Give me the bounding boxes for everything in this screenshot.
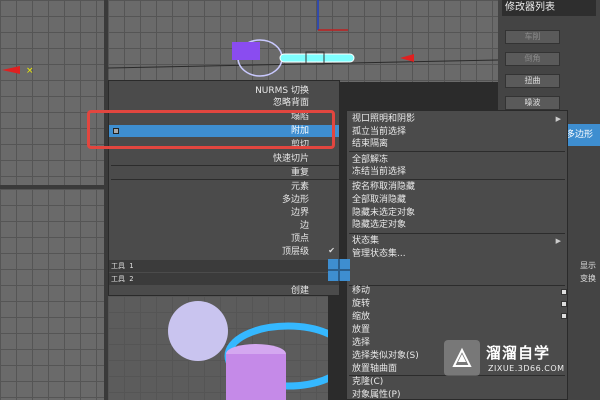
viewport-top-left[interactable] <box>0 0 104 185</box>
quad-title-tools-2: 工具 2 <box>109 273 339 285</box>
highlight-annotation <box>87 110 335 149</box>
noise-button[interactable]: 噪波 <box>505 96 560 110</box>
menu-item-end-isolate[interactable]: 结束隔离 <box>347 138 563 150</box>
svg-text:×: × <box>26 66 34 76</box>
menu-item-viewport-lighting[interactable]: 视口照明和阴影 ▶ <box>347 113 563 125</box>
menu-item-ignore-backfacing[interactable]: 忽略背面 <box>109 97 339 109</box>
menu-item-top-level[interactable]: 顶层级 <box>109 246 339 258</box>
menu-separator <box>349 233 565 234</box>
move-settings-icon[interactable] <box>561 289 567 295</box>
menu-item-label: 视口照明和阴影 <box>352 114 416 124</box>
scene-objects-top <box>107 0 499 77</box>
menu-separator <box>111 165 339 166</box>
lathe-button[interactable]: 车削 <box>505 30 560 44</box>
menu-item-place[interactable]: 放置 <box>347 324 563 336</box>
menu-item-rotate[interactable]: 旋转 <box>347 298 563 310</box>
menu-item-scale[interactable]: 缩放 <box>347 311 563 323</box>
menu-item-label: 状态集 <box>352 236 380 246</box>
menu-item-move[interactable]: 移动 <box>347 285 563 297</box>
menu-item-create[interactable]: 创建 <box>109 285 339 297</box>
watermark-logo-icon <box>444 340 480 376</box>
watermark: 溜溜自学 ZIXUE.3D66.COM <box>444 340 594 380</box>
polygon-tab[interactable]: 多边形 <box>566 124 600 146</box>
twist-button[interactable]: 扭曲 <box>505 74 560 88</box>
modifier-list[interactable]: 修改器列表 <box>502 0 596 16</box>
menu-item-vertex[interactable]: 顶点 <box>109 233 339 245</box>
quad-title-transform: 变换 <box>580 274 596 283</box>
menu-item-polygon[interactable]: 多边形 <box>109 194 339 206</box>
menu-item-unhide-by-name[interactable]: 按名称取消隐藏 <box>347 181 563 193</box>
menu-item-unhide-all[interactable]: 全部取消隐藏 <box>347 194 563 206</box>
menu-item-border[interactable]: 边界 <box>109 207 339 219</box>
axis-gizmo: × <box>2 66 34 76</box>
submenu-arrow-icon: ▶ <box>555 115 561 123</box>
scene-objects-perspective <box>168 301 352 400</box>
menu-separator <box>349 151 565 152</box>
scale-settings-icon[interactable] <box>561 313 567 319</box>
quad-title-tools-1: 工具 1 <box>109 260 339 272</box>
menu-item-quickslice[interactable]: 快速切片 <box>109 153 339 165</box>
menu-item-object-properties[interactable]: 对象属性(P) <box>347 389 563 400</box>
bevel-button[interactable]: 倒角 <box>505 52 560 66</box>
menu-item-state-sets[interactable]: 状态集 ▶ <box>347 235 563 247</box>
menu-item-unfreeze-all[interactable]: 全部解冻 <box>347 154 563 166</box>
menu-item-nurms-toggle[interactable]: NURMS 切换 <box>109 85 339 97</box>
quad-menu-center-icon[interactable] <box>328 259 350 281</box>
rotate-settings-icon[interactable] <box>561 301 567 307</box>
menu-item-freeze-selection[interactable]: 冻结当前选择 <box>347 166 563 178</box>
menu-item-repeat[interactable]: 重复 <box>109 167 339 179</box>
menu-item-manage-state-sets[interactable]: 管理状态集... <box>347 248 563 260</box>
menu-item-hide-selection[interactable]: 隐藏选定对象 <box>347 219 563 231</box>
menu-item-edge[interactable]: 边 <box>109 220 339 232</box>
checkmark-icon: ✔ <box>328 246 335 255</box>
menu-separator <box>111 179 339 180</box>
viewport-divider[interactable] <box>0 185 108 189</box>
submenu-arrow-icon: ▶ <box>555 237 561 245</box>
menu-item-element[interactable]: 元素 <box>109 181 339 193</box>
menu-separator <box>349 179 565 180</box>
viewport-bottom-left[interactable] <box>0 189 104 400</box>
viewport-perspective[interactable] <box>108 296 352 400</box>
viewport-top-right[interactable] <box>107 0 499 82</box>
menu-item-hide-unselected[interactable]: 隐藏未选定对象 <box>347 207 563 219</box>
menu-item-isolate-selection[interactable]: 孤立当前选择 <box>347 126 563 138</box>
watermark-url: ZIXUE.3D66.COM <box>488 364 565 373</box>
watermark-name: 溜溜自学 <box>486 344 551 362</box>
quad-title-display: 显示 <box>580 261 596 270</box>
